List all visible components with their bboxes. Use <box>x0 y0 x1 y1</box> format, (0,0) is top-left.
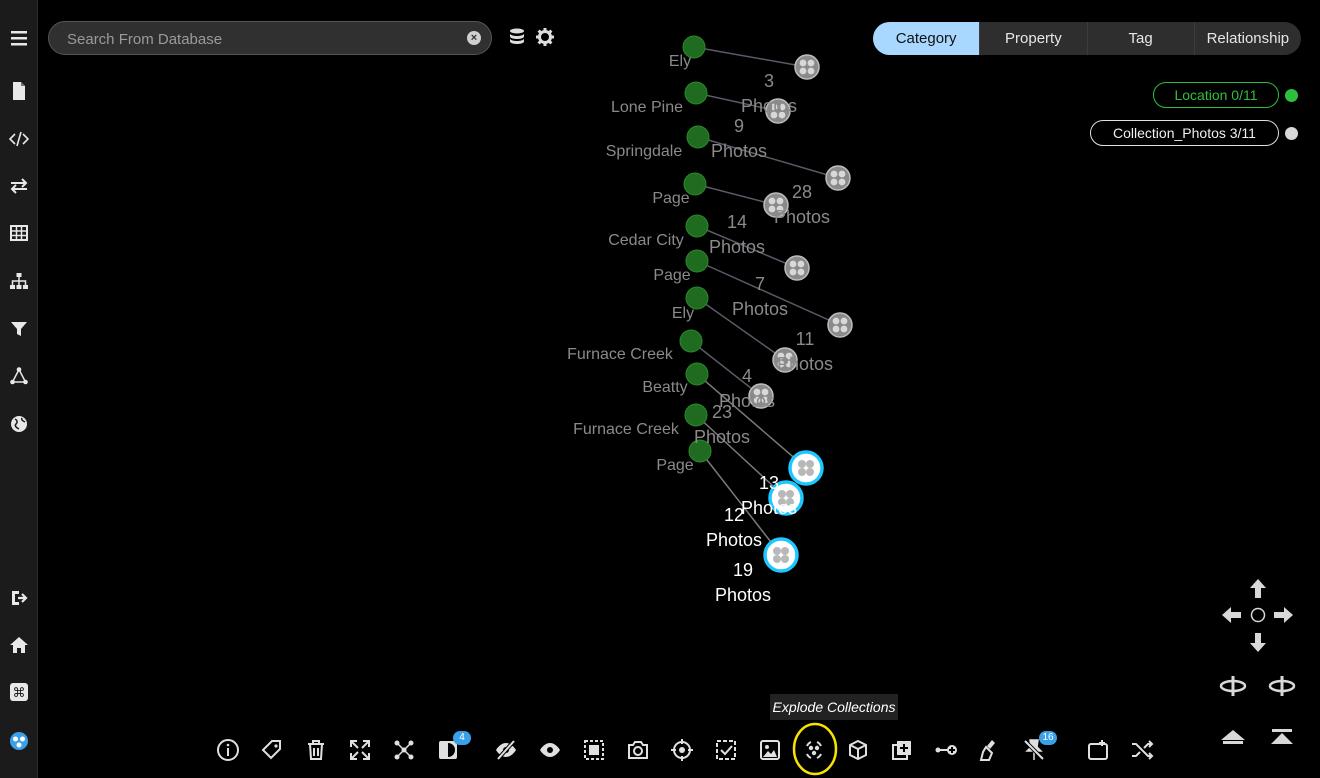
show-icon[interactable] <box>535 735 565 765</box>
location-node-label: Page <box>652 190 689 207</box>
unpin-icon[interactable]: 16 <box>1019 731 1057 765</box>
collection-count-label: 3 <box>764 71 774 91</box>
location-node-label: Cedar City <box>608 232 684 249</box>
collection-unit-label: Photos <box>706 530 762 550</box>
collection-unit-label: Photos <box>709 237 765 257</box>
location-node[interactable] <box>679 329 703 353</box>
collection-node-selected[interactable] <box>763 537 799 573</box>
collection-node[interactable] <box>825 165 851 191</box>
tag-icon[interactable] <box>257 735 287 765</box>
collection-node[interactable] <box>784 255 810 281</box>
graph-layout-icon[interactable] <box>389 735 419 765</box>
brush-icon[interactable] <box>975 735 1005 765</box>
location-node[interactable] <box>684 403 708 427</box>
hide-icon[interactable] <box>491 735 521 765</box>
center-view-icon[interactable] <box>1250 607 1266 628</box>
location-node-label: Beatty <box>642 379 687 396</box>
select-all-icon[interactable] <box>579 735 609 765</box>
checkbox-select-icon[interactable] <box>711 735 741 765</box>
trash-icon[interactable] <box>301 735 331 765</box>
collection-unit-label: Photos <box>741 96 797 116</box>
layers-badge: 4 <box>453 731 471 745</box>
collection-unit-label: Photos <box>777 354 833 374</box>
collection-count-label: 13 <box>759 473 779 493</box>
camera-icon[interactable] <box>623 735 653 765</box>
collection-unit-label: Photos <box>694 427 750 447</box>
pins-badge: 16 <box>1039 731 1057 745</box>
image-select-icon[interactable] <box>755 735 785 765</box>
expand-icon[interactable] <box>345 735 375 765</box>
tilt-up-icon[interactable] <box>1268 728 1296 751</box>
location-node-label: Springdale <box>606 143 683 160</box>
collection-count-label: 7 <box>755 274 765 294</box>
collection-count-label: 11 <box>796 329 815 349</box>
shuffle-icon[interactable] <box>1127 735 1157 765</box>
relationship-edge[interactable] <box>693 46 808 68</box>
location-node-label: Page <box>656 457 693 474</box>
info-icon[interactable] <box>213 735 243 765</box>
rotate-vertical-icon[interactable] <box>1268 674 1296 703</box>
graph-canvas[interactable]: Ely Lone Pine Springdale Page Cedar City Page… <box>0 0 1320 778</box>
pan-up-icon[interactable] <box>1249 579 1267 604</box>
location-node[interactable] <box>686 125 710 149</box>
collection-unit-label: Photos <box>715 585 771 605</box>
collection-count-label: 23 <box>712 402 732 422</box>
collection-node-selected[interactable] <box>788 450 824 486</box>
location-node[interactable] <box>685 214 709 238</box>
pan-right-icon[interactable] <box>1273 606 1293 629</box>
location-node-label: Ely <box>672 305 694 322</box>
3d-box-icon[interactable] <box>843 735 873 765</box>
collection-unit-label: Photos <box>741 498 797 518</box>
location-node-label: Furnace Creek <box>573 421 680 438</box>
location-node[interactable] <box>685 362 709 386</box>
collection-unit-label: Photos <box>774 207 830 227</box>
collection-node[interactable] <box>794 54 820 80</box>
collection-unit-label: Photos <box>732 299 788 319</box>
collection-count-label: 12 <box>724 505 744 525</box>
pan-left-icon[interactable] <box>1222 606 1242 629</box>
collection-count-label: 28 <box>792 182 812 202</box>
location-node[interactable] <box>684 81 708 105</box>
collection-count-label: 19 <box>733 560 753 580</box>
collection-count-label: 14 <box>727 212 747 232</box>
pan-down-icon[interactable] <box>1249 632 1267 657</box>
tooltip-explode-collections: Explode Collections <box>770 694 898 720</box>
location-node-label: Furnace Creek <box>567 346 674 363</box>
collection-count-label: 9 <box>734 116 744 136</box>
explode-collections-highlight <box>792 722 838 776</box>
layers-icon[interactable]: 4 <box>433 731 471 765</box>
window-icon[interactable] <box>1083 735 1113 765</box>
collection-count-label: 4 <box>742 366 752 386</box>
collection-node[interactable] <box>827 312 853 338</box>
location-node-label: Lone Pine <box>611 99 683 116</box>
rotate-horizontal-icon[interactable] <box>1219 674 1247 703</box>
location-node-label: Ely <box>669 53 691 70</box>
target-icon[interactable] <box>667 735 697 765</box>
collection-unit-label: Photos <box>711 141 767 161</box>
add-layer-icon[interactable] <box>887 735 917 765</box>
tilt-down-icon[interactable] <box>1219 728 1247 751</box>
add-connection-icon[interactable] <box>931 735 961 765</box>
location-node-label: Page <box>653 267 690 284</box>
